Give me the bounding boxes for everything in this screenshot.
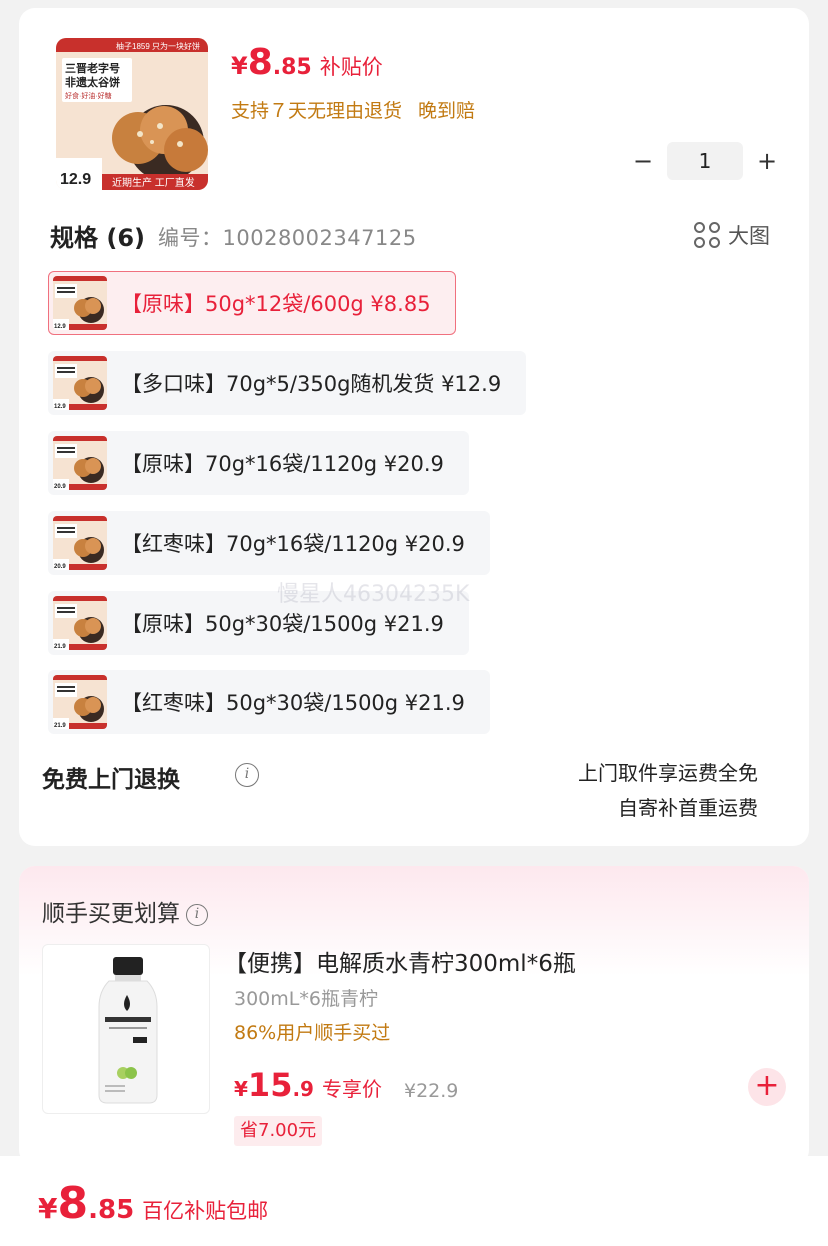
addon-product-spec: 300mL*6瓶青柠 — [234, 988, 378, 1010]
return-service: 免费上门退换 i 上门取件享运费全免 自寄补首重运费 — [42, 756, 762, 826]
spec-option-label: 【原味】50g*30袋/1500g ¥21.9 — [121, 612, 444, 636]
addon-product-name[interactable]: 【便携】电解质水青柠300ml*6瓶 — [224, 944, 576, 978]
spec-option-label: 【多口味】70g*5/350g随机发货 ¥12.9 — [121, 372, 502, 396]
bottom-price: ¥8.85 百亿补贴包邮 — [38, 1178, 268, 1229]
spec-code-value: 10028002347125 — [222, 226, 417, 250]
spec-option-badge: 20.9 — [54, 564, 66, 570]
spec-option-label: 【红枣味】50g*30袋/1500g ¥21.9 — [121, 691, 465, 715]
quantity-minus-button[interactable]: − — [629, 141, 657, 181]
spec-option-label: 【红枣味】70g*16袋/1120g ¥20.9 — [121, 532, 465, 556]
product-image: 柚子1859 只为一块好饼 三晋老字号 非遗太谷饼 好食·好油·好糖 12.9 … — [56, 38, 208, 190]
addon-savings-badge: 省7.00元 — [234, 1116, 323, 1146]
return-service-title: 免费上门退换 — [42, 767, 180, 793]
spec-option[interactable]: 21.9 【红枣味】50g*30袋/1500g ¥21.9 — [48, 670, 490, 734]
spec-option-thumbnail: 12.9 — [53, 356, 107, 410]
addon-popularity: 86%用户顺手买过 — [234, 1022, 391, 1044]
spec-option-badge: 21.9 — [54, 644, 66, 650]
spec-option-thumbnail: 20.9 — [53, 516, 107, 570]
spec-option[interactable]: 20.9 【红枣味】70g*16袋/1120g ¥20.9 — [48, 511, 490, 575]
bottom-price-tag: 百亿补贴包邮 — [142, 1199, 269, 1223]
service-late-compensation: 晚到赔 — [418, 100, 476, 122]
spec-option-label: 【原味】70g*16袋/1120g ¥20.9 — [121, 452, 444, 476]
sku-selector-card: 柚子1859 只为一块好饼 三晋老字号 非遗太谷饼 好食·好油·好糖 12.9 … — [19, 8, 809, 846]
spec-header: 规格 (6) 编号：10028002347125 大图 — [50, 218, 770, 252]
spec-code-label: 编号： — [158, 226, 223, 250]
service-guarantee: 支持７天无理由退货 晚到赔 — [231, 96, 475, 123]
big-picture-toggle[interactable]: 大图 — [694, 220, 770, 250]
water-bottle-image — [98, 957, 158, 1104]
addon-price-tag: 专享价 — [321, 1077, 382, 1101]
price-decimal: .85 — [272, 55, 312, 80]
spec-option-thumbnail: 12.9 — [53, 276, 107, 330]
spec-option-label: 【原味】50g*12袋/600g ¥8.85 — [121, 292, 431, 316]
price-tag: 补贴价 — [319, 55, 383, 79]
bottom-price-decimal: .85 — [88, 1195, 135, 1225]
svg-text:好食·好油·好糖: 好食·好油·好糖 — [65, 91, 112, 100]
addon-card: 顺手买更划算 i 【便携】电解质水青柠300ml*6瓶 300mL*6瓶青柠 86… — [19, 866, 809, 1166]
product-thumbnail[interactable]: 柚子1859 只为一块好饼 三晋老字号 非遗太谷饼 好食·好油·好糖 12.9 … — [56, 38, 208, 190]
info-icon[interactable]: i — [235, 763, 259, 787]
spec-option-badge: 12.9 — [54, 324, 66, 330]
add-to-cart-button[interactable]: + — [748, 1068, 786, 1106]
svg-text:非遗太谷饼: 非遗太谷饼 — [65, 75, 120, 89]
svg-text:柚子1859 只为一块好饼: 柚子1859 只为一块好饼 — [116, 41, 200, 51]
spec-option[interactable]: 12.9 【原味】50g*12袋/600g ¥8.85 — [48, 271, 456, 335]
spec-option-thumbnail: 21.9 — [53, 596, 107, 650]
quantity-input[interactable]: 1 — [667, 142, 743, 180]
addon-product-image[interactable] — [42, 944, 210, 1114]
price-integer: 8 — [247, 42, 273, 83]
addon-price-integer: 15 — [247, 1066, 293, 1104]
addon-title-text: 顺手买更划算 — [42, 901, 180, 927]
bottom-price-bar: ¥8.85 百亿补贴包邮 — [0, 1156, 828, 1246]
return-service-line2: 自寄补首重运费 — [618, 796, 758, 820]
spec-option[interactable]: 21.9 【原味】50g*30袋/1500g ¥21.9 — [48, 591, 469, 655]
spec-title: 规格 (6) — [50, 224, 145, 252]
price-currency: ¥ — [231, 52, 248, 80]
addon-price: ¥15.9 专享价 — [234, 1066, 382, 1104]
spec-option-thumbnail: 20.9 — [53, 436, 107, 490]
big-picture-label: 大图 — [728, 224, 770, 248]
quantity-stepper: − 1 + — [629, 141, 781, 181]
spec-code: 编号：10028002347125 — [158, 222, 417, 252]
spec-option-badge: 12.9 — [54, 404, 66, 410]
spec-option-badge: 21.9 — [54, 723, 66, 729]
return-service-desc: 上门取件享运费全免 自寄补首重运费 — [578, 756, 758, 826]
bottom-price-currency: ¥ — [38, 1192, 58, 1225]
spec-option-thumbnail: 21.9 — [53, 675, 107, 729]
spec-option[interactable]: 20.9 【原味】70g*16袋/1120g ¥20.9 — [48, 431, 469, 495]
addon-original-price: ¥22.9 — [404, 1080, 459, 1102]
return-service-line1: 上门取件享运费全免 — [578, 761, 758, 785]
bottom-price-integer: 8 — [57, 1178, 89, 1229]
product-price: ¥8.85 补贴价 — [231, 42, 383, 83]
svg-text:近期生产 工厂直发: 近期生产 工厂直发 — [112, 176, 195, 189]
svg-text:三晋老字号: 三晋老字号 — [65, 61, 120, 75]
addon-price-decimal: .9 — [292, 1077, 314, 1101]
grid-view-icon — [694, 222, 720, 248]
svg-text:12.9: 12.9 — [60, 171, 91, 188]
quantity-plus-button[interactable]: + — [753, 141, 781, 181]
spec-option[interactable]: 12.9 【多口味】70g*5/350g随机发货 ¥12.9 — [48, 351, 527, 415]
service-return: 支持７天无理由退货 — [231, 100, 403, 122]
spec-option-badge: 20.9 — [54, 484, 66, 490]
addon-section-title: 顺手买更划算 i — [42, 894, 208, 928]
addon-price-currency: ¥ — [234, 1077, 248, 1101]
info-icon[interactable]: i — [186, 903, 208, 926]
